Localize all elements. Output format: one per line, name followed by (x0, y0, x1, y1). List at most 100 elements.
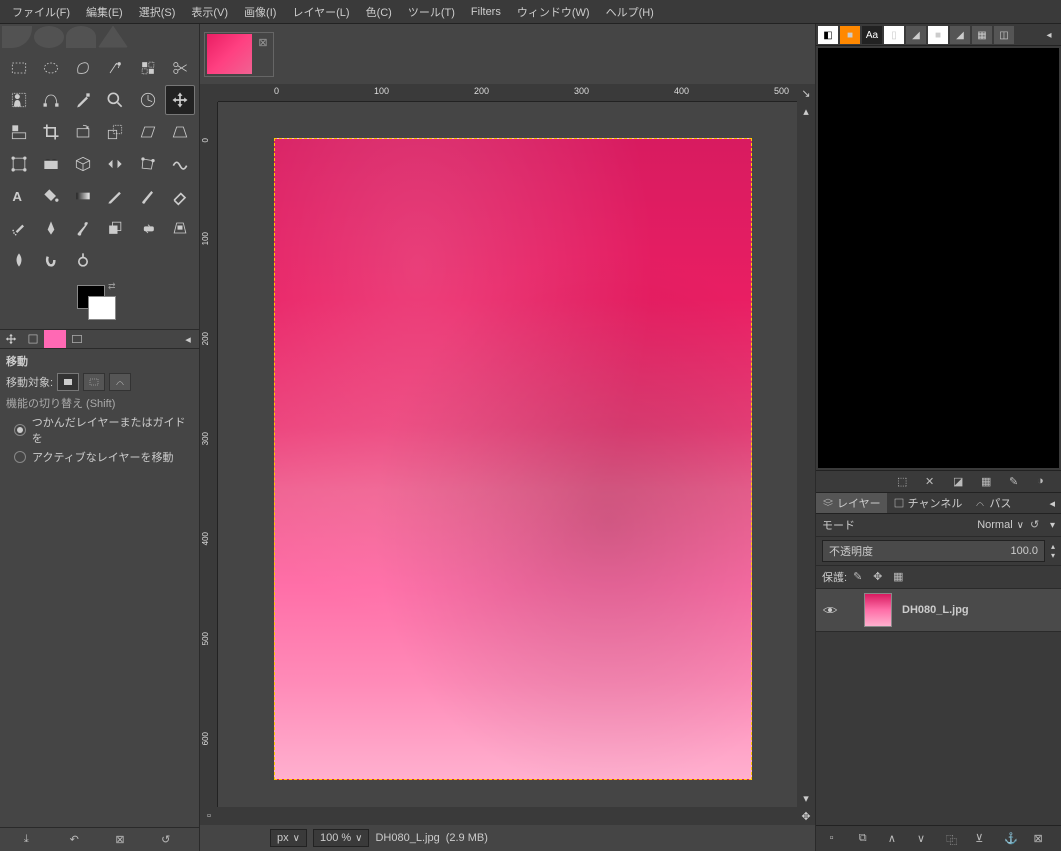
raise-layer-icon[interactable]: ∧ (888, 832, 902, 846)
radio-active-layer[interactable]: アクティブなレイヤーを移動 (14, 449, 193, 465)
menu-item[interactable]: ファイル(F) (4, 0, 78, 24)
rp-tab-5[interactable]: ■ (928, 26, 948, 44)
radio-pick-layer[interactable]: つかんだレイヤーまたはガイドを (14, 414, 193, 446)
tab-paths[interactable]: パス (968, 493, 1017, 513)
tool-scale[interactable] (100, 117, 130, 147)
rp-tab-2[interactable]: Aa (862, 26, 882, 44)
background-color[interactable] (88, 296, 116, 320)
tool-dodge[interactable] (68, 245, 98, 275)
move-target-selection[interactable] (83, 373, 105, 391)
new-group-icon[interactable]: ⧉ (859, 832, 873, 846)
tool-fuzzy-select[interactable] (100, 53, 130, 83)
edit-brush-icon[interactable]: ⬚ (897, 475, 911, 489)
open-brush-icon[interactable]: ◑ (1037, 475, 1051, 489)
close-document-icon[interactable]: ⊠ (255, 35, 271, 51)
tool-clone[interactable] (100, 213, 130, 243)
layer-item[interactable]: DH080_L.jpg (816, 589, 1061, 632)
rp-tab-8[interactable]: ◫ (994, 26, 1014, 44)
scroll-down-icon[interactable]: ▾ (797, 789, 815, 807)
nav-pan-icon[interactable]: ✥ (797, 807, 815, 825)
duplicate-brush-icon[interactable]: ◪ (953, 475, 967, 489)
tool-zoom[interactable] (100, 85, 130, 115)
menu-item[interactable]: ヘルプ(H) (598, 0, 662, 24)
tool-smudge[interactable] (36, 245, 66, 275)
tool-shear[interactable] (133, 117, 163, 147)
menu-item[interactable]: 表示(V) (183, 0, 236, 24)
opacity-slider[interactable]: 不透明度 100.0 (822, 540, 1045, 562)
tab-undo-history[interactable] (44, 330, 66, 348)
canvas[interactable] (218, 102, 797, 807)
merge-down-icon[interactable]: ⊻ (975, 832, 989, 846)
duplicate-layer-icon[interactable]: ⿻ (946, 832, 960, 846)
tool-warp[interactable] (165, 149, 195, 179)
delete-layer-icon[interactable]: ⊠ (1033, 832, 1047, 846)
tab-device-status[interactable] (22, 330, 44, 348)
swap-colors-icon[interactable]: ⇄ (108, 281, 116, 292)
rp-tab-0[interactable]: ◧ (818, 26, 838, 44)
rp-tab-3[interactable]: ▯ (884, 26, 904, 44)
ruler-vertical[interactable]: 0 100 200 300 400 500 600 (200, 102, 218, 807)
tool-align[interactable] (4, 117, 34, 147)
tab-images[interactable] (66, 330, 88, 348)
delete-options-icon[interactable]: ⊠ (115, 833, 129, 847)
tab-channels[interactable]: チャンネル (887, 493, 969, 513)
tool-rotate[interactable] (68, 117, 98, 147)
rp-tab-configure-icon[interactable]: ◂ (1039, 26, 1059, 44)
menu-item[interactable]: 色(C) (358, 0, 400, 24)
tool-3d-transform[interactable] (68, 149, 98, 179)
tab-tool-options[interactable] (0, 330, 22, 348)
quick-mask-icon[interactable]: ▫ (200, 807, 218, 825)
menu-item[interactable]: ウィンドウ(W) (509, 0, 598, 24)
ruler-horizontal[interactable]: 0 100 200 300 400 500 (218, 84, 797, 102)
tool-rect-select[interactable] (4, 53, 34, 83)
scroll-up-icon[interactable]: ▴ (797, 102, 815, 120)
tool-foreground-select[interactable] (4, 85, 34, 115)
tool-pencil[interactable] (100, 181, 130, 211)
tool-ink[interactable] (36, 213, 66, 243)
menu-item[interactable]: レイヤー(L) (284, 0, 357, 24)
layers-tab-configure-icon[interactable]: ◂ (1043, 495, 1061, 512)
save-options-icon[interactable]: ⤓ (24, 833, 38, 847)
opacity-up-icon[interactable]: ▴ (1051, 542, 1055, 551)
canvas-hscroll[interactable] (218, 807, 797, 825)
visibility-toggle-icon[interactable] (822, 602, 838, 618)
tool-flip[interactable] (100, 149, 130, 179)
tool-bucket-fill[interactable] (36, 181, 66, 211)
tool-handle-transform[interactable] (36, 149, 66, 179)
rp-tab-7[interactable]: ▦ (972, 26, 992, 44)
nav-menu-icon[interactable]: ↘ (797, 84, 815, 102)
reset-options-icon[interactable]: ↺ (161, 833, 175, 847)
tool-eraser[interactable] (165, 181, 195, 211)
tool-unified-transform[interactable] (4, 149, 34, 179)
rp-tab-6[interactable]: ◢ (950, 26, 970, 44)
tool-airbrush[interactable] (4, 213, 34, 243)
tool-paths[interactable] (36, 85, 66, 115)
tab-layers[interactable]: レイヤー (816, 493, 887, 513)
tool-gradient[interactable] (68, 181, 98, 211)
lock-alpha-icon[interactable]: ▦ (893, 570, 907, 584)
rp-tab-4[interactable]: ◢ (906, 26, 926, 44)
chevron-down-icon[interactable]: ▾ (1050, 520, 1055, 531)
tool-heal[interactable] (133, 213, 163, 243)
rp-tab-1[interactable]: ■ (840, 26, 860, 44)
menu-item[interactable]: 選択(S) (131, 0, 184, 24)
ruler-corner[interactable] (200, 84, 218, 102)
brush-preview[interactable] (818, 48, 1059, 468)
tool-move[interactable] (165, 85, 195, 115)
refresh-brush-icon[interactable]: ✎ (1009, 475, 1023, 489)
tool-ellipse-select[interactable] (36, 53, 66, 83)
tab-configure-icon[interactable]: ◂ (177, 330, 199, 348)
move-target-layer[interactable] (57, 373, 79, 391)
opacity-down-icon[interactable]: ▾ (1051, 551, 1055, 560)
restore-options-icon[interactable]: ↶ (70, 833, 84, 847)
tool-crop[interactable] (36, 117, 66, 147)
tool-color-select[interactable] (133, 53, 163, 83)
blend-mode-select[interactable]: Normal ∨ (861, 519, 1024, 531)
tool-blur[interactable] (4, 245, 34, 275)
tool-mypaint[interactable] (68, 213, 98, 243)
new-layer-icon[interactable]: ▫ (830, 832, 844, 846)
lock-position-icon[interactable]: ✥ (873, 570, 887, 584)
zoom-select[interactable]: 100 %∨ (313, 829, 370, 847)
menu-item[interactable]: 編集(E) (78, 0, 131, 24)
menu-item[interactable]: Filters (463, 2, 509, 22)
